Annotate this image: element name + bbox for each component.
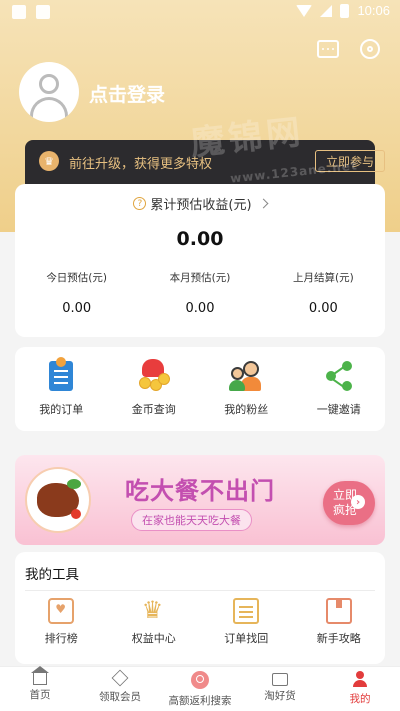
stat-label: 本月预估(元) xyxy=(169,272,231,284)
image-notification-icon xyxy=(36,5,50,19)
stat-today: 今日预估(元) 0.00 xyxy=(15,270,138,316)
bottom-tab-bar: 首页 领取会员 高额返利搜索 淘好货 我的 xyxy=(0,666,400,711)
share-icon xyxy=(322,359,356,393)
tab-get-membership[interactable]: 领取会员 xyxy=(80,667,160,711)
search-icon xyxy=(191,671,209,689)
tab-label: 我的 xyxy=(349,693,371,705)
vip-upgrade-text: 前往升级，获得更多特权 xyxy=(69,157,213,172)
quick-label: 金币查询 xyxy=(131,403,176,416)
avatar[interactable] xyxy=(19,62,79,122)
banner-title: 吃大餐不出门 xyxy=(125,477,275,505)
promo-banner[interactable]: 吃大餐不出门 在家也能天天吃大餐 立即 疯抢 › xyxy=(15,455,385,545)
settings-gear-icon[interactable] xyxy=(358,38,382,60)
quick-label: 我的粉丝 xyxy=(224,403,269,416)
tool-order-retrieve[interactable]: 订单找回 xyxy=(200,598,293,646)
quick-my-orders[interactable]: 我的订单 xyxy=(15,347,108,431)
quick-coin-query[interactable]: 金币查询 xyxy=(108,347,201,431)
chevron-right-icon: › xyxy=(351,495,365,509)
tab-label: 高额返利搜索 xyxy=(168,695,232,707)
vip-upgrade-bar[interactable]: ♛ 前往升级，获得更多特权 立即参与 xyxy=(25,140,385,186)
quick-my-fans[interactable]: 我的粉丝 xyxy=(200,347,293,431)
tab-mine[interactable]: 我的 xyxy=(320,667,400,711)
tab-good-deals[interactable]: 淘好货 xyxy=(240,667,320,711)
signal-icon xyxy=(320,4,333,17)
wifi-icon xyxy=(296,4,313,17)
order-retrieve-icon xyxy=(233,598,260,624)
stat-last-month: 上月结算(元) 0.00 xyxy=(262,270,385,316)
earnings-title: 累计预估收益(元) xyxy=(150,198,252,213)
question-mark-icon[interactable]: ? xyxy=(133,197,147,210)
quick-label: 我的订单 xyxy=(39,403,84,416)
notification-icon xyxy=(12,5,26,19)
fans-icon xyxy=(229,359,263,393)
tool-beginner-guide[interactable]: 新手攻略 xyxy=(293,598,386,646)
guide-icon xyxy=(325,598,352,624)
my-tools-card: 我的工具 排行榜 权益中心 订单找回 新手攻略 xyxy=(15,552,385,664)
stat-this-month: 本月预估(元) 0.00 xyxy=(138,270,261,316)
earnings-header[interactable]: ? 累计预估收益(元) xyxy=(15,194,385,213)
status-time: 10:06 xyxy=(357,3,390,18)
tool-label: 权益中心 xyxy=(131,632,176,645)
profile-icon xyxy=(351,671,369,687)
login-link[interactable]: 点击登录 xyxy=(89,80,165,107)
divider xyxy=(25,590,375,591)
tool-label: 排行榜 xyxy=(44,632,78,645)
tools-title: 我的工具 xyxy=(25,567,79,583)
message-icon[interactable] xyxy=(316,38,340,60)
stat-label: 上月结算(元) xyxy=(292,272,354,284)
crown-icon xyxy=(141,596,167,624)
tool-label: 订单找回 xyxy=(224,632,269,645)
quick-invite[interactable]: 一键邀请 xyxy=(293,347,386,431)
stat-value: 0.00 xyxy=(185,301,215,316)
tab-label: 首页 xyxy=(29,689,51,701)
earnings-total: 0.00 xyxy=(176,228,224,250)
coin-bag-icon xyxy=(137,359,171,393)
tool-benefits-center[interactable]: 权益中心 xyxy=(108,596,201,646)
tool-ranking[interactable]: 排行榜 xyxy=(15,598,108,646)
earnings-card: ? 累计预估收益(元) 0.00 今日预估(元) 0.00 本月预估(元) 0.… xyxy=(15,184,385,337)
tab-home[interactable]: 首页 xyxy=(0,666,80,711)
tab-label: 领取会员 xyxy=(99,691,141,703)
quick-actions: 我的订单 金币查询 我的粉丝 一键邀请 xyxy=(15,347,385,431)
crown-icon: ♛ xyxy=(39,151,59,171)
home-icon xyxy=(31,666,49,685)
ranking-icon xyxy=(48,598,75,624)
stat-label: 今日预估(元) xyxy=(46,272,108,284)
tool-label: 新手攻略 xyxy=(316,632,361,645)
diamond-icon xyxy=(111,669,129,687)
join-now-button[interactable]: 立即参与 xyxy=(315,150,385,172)
quick-label: 一键邀请 xyxy=(316,403,361,416)
tab-label: 淘好货 xyxy=(264,690,296,702)
banner-subtitle: 在家也能天天吃大餐 xyxy=(131,509,252,531)
stat-value: 0.00 xyxy=(308,301,338,316)
grab-now-button[interactable]: 立即 疯抢 › xyxy=(323,481,375,525)
chevron-right-icon xyxy=(258,198,269,209)
tab-rebate-search[interactable]: 高额返利搜索 xyxy=(160,667,240,711)
steak-plate-image xyxy=(25,467,91,533)
status-bar: 10:06 xyxy=(0,0,400,26)
folder-icon xyxy=(272,673,288,686)
battery-icon xyxy=(340,3,350,18)
stat-value: 0.00 xyxy=(62,301,92,316)
order-doc-icon xyxy=(44,357,78,393)
